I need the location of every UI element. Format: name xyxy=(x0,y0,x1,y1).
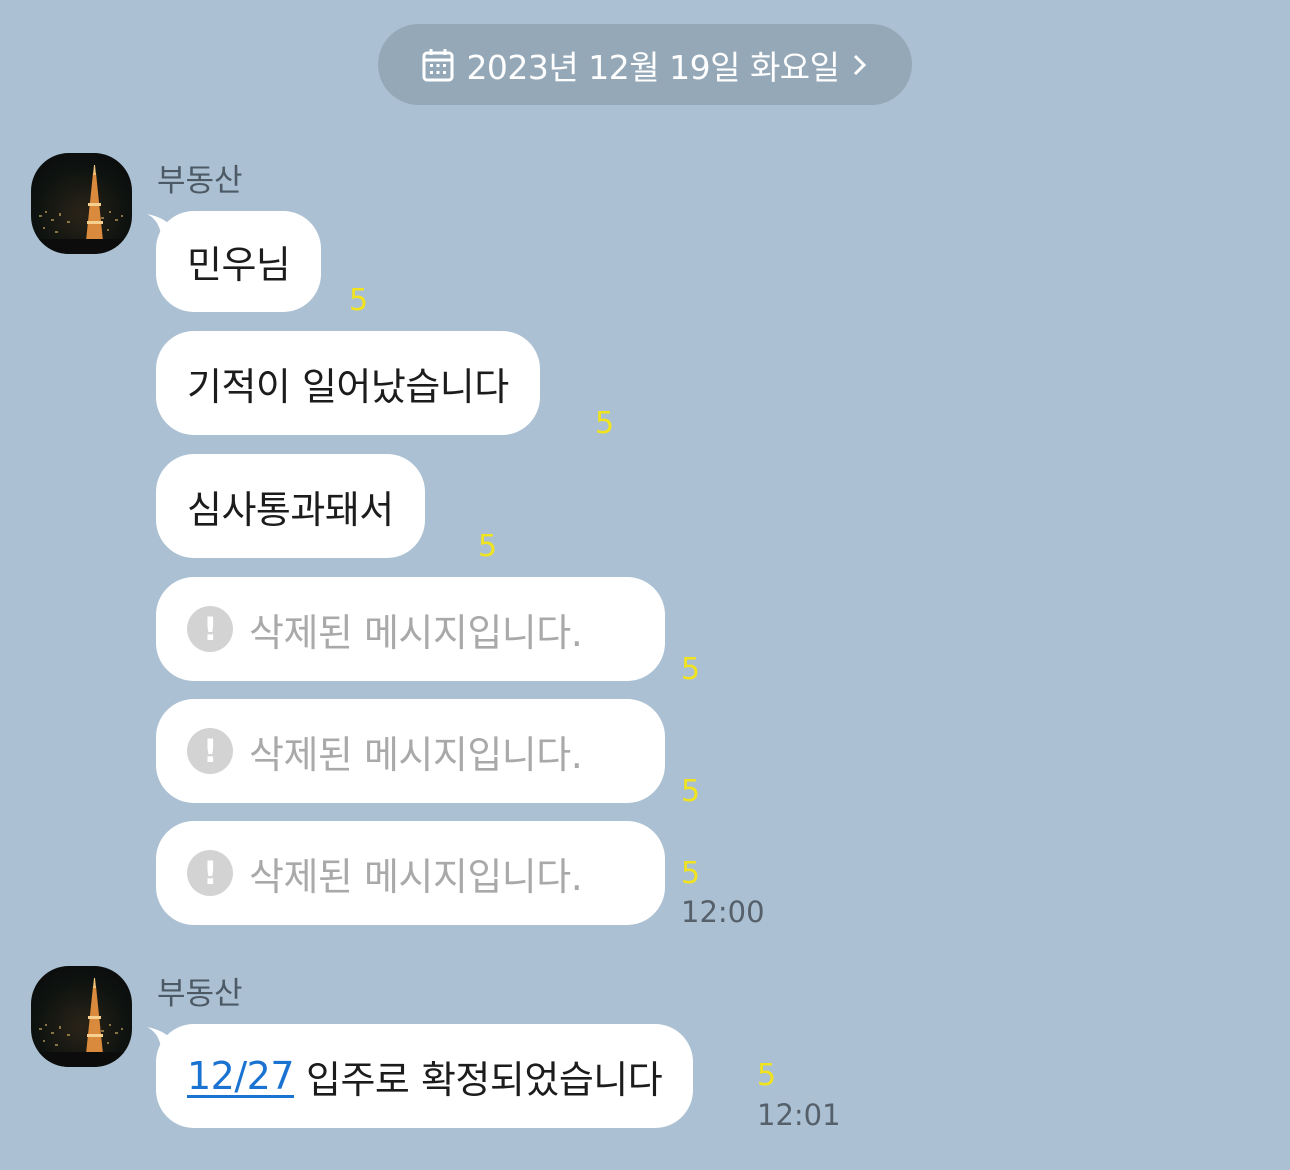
message-bubble[interactable]: 심사통과돼서 xyxy=(156,454,425,558)
unread-count: 5 xyxy=(681,856,701,891)
unread-count: 5 xyxy=(478,529,498,564)
message-time: 12:01 xyxy=(757,1098,841,1132)
message-bubble[interactable]: 기적이 일어났습니다 xyxy=(156,331,540,435)
date-label: 2023년 12월 19일 화요일 xyxy=(466,47,840,87)
message-text: 심사통과돼서 xyxy=(187,487,394,532)
chevron-right-icon xyxy=(852,53,868,77)
unread-count: 5 xyxy=(681,774,701,809)
message-text: 삭제된 메시지입니다. xyxy=(249,732,583,777)
exclamation-icon: ! xyxy=(187,606,233,652)
calendar-icon xyxy=(422,48,454,82)
unread-count: 5 xyxy=(349,283,369,318)
sender-name: 부동산 xyxy=(157,976,243,1012)
message-text: 삭제된 메시지입니다. xyxy=(249,854,583,899)
date-link[interactable]: 12/27 xyxy=(187,1054,295,1098)
message-bubble[interactable]: 민우님 xyxy=(156,211,322,312)
sender-name: 부동산 xyxy=(157,163,243,199)
deleted-message-bubble[interactable]: ! 삭제된 메시지입니다. xyxy=(156,577,665,681)
message-text: 기적이 일어났습니다 xyxy=(187,364,509,409)
exclamation-icon: ! xyxy=(187,728,233,774)
sender-avatar[interactable] xyxy=(31,966,132,1067)
message-time: 12:00 xyxy=(681,895,765,929)
unread-count: 5 xyxy=(681,652,701,687)
date-divider[interactable]: 2023년 12월 19일 화요일 xyxy=(378,24,912,105)
message-text: 입주로 확정되었습니다 xyxy=(306,1057,663,1102)
message-text: 삭제된 메시지입니다. xyxy=(249,610,583,655)
message-text: 민우님 xyxy=(187,243,291,287)
unread-count: 5 xyxy=(595,406,615,441)
exclamation-icon: ! xyxy=(187,850,233,896)
deleted-message-bubble[interactable]: ! 삭제된 메시지입니다. xyxy=(156,699,665,803)
message-bubble[interactable]: 12/27 입주로 확정되었습니다 xyxy=(156,1024,694,1128)
sender-avatar[interactable] xyxy=(31,153,132,254)
deleted-message-bubble[interactable]: ! 삭제된 메시지입니다. xyxy=(156,821,665,925)
unread-count: 5 xyxy=(757,1058,777,1093)
